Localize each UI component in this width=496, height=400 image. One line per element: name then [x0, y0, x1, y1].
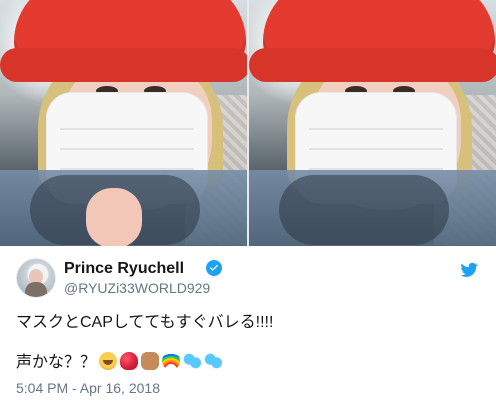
mask-fold-line	[309, 148, 443, 150]
avatar-body	[25, 282, 47, 297]
raised-hands-emoji-icon	[141, 352, 160, 370]
tweet-text: マスクとCAPしててもすぐバレる!!!! 声かな？？	[16, 312, 480, 374]
laughing-tears-emoji-icon	[99, 352, 118, 370]
embedded-tweet: Prince Ryuchell @RYUZi33WORLD929 マスクとCAP…	[0, 0, 496, 400]
hand	[86, 188, 142, 246]
jacket-collar	[279, 175, 449, 245]
author-name[interactable]: Prince Ryuchell	[64, 260, 184, 278]
tweet-photo-1[interactable]	[0, 0, 247, 246]
sweat-droplets-emoji-icon	[183, 352, 202, 370]
mask-fold-line	[60, 128, 194, 130]
mask-fold-line	[309, 128, 443, 130]
tweet-text-line-1: マスクとCAPしててもすぐバレる!!!!	[16, 314, 274, 331]
tweet-header: Prince Ryuchell @RYUZi33WORLD929	[16, 258, 480, 302]
tweet-text-line-2-text: 声かな？？	[16, 354, 97, 371]
cap-brim	[249, 48, 496, 82]
mask-fold-line	[60, 148, 194, 150]
rainbow-emoji-icon	[162, 352, 181, 370]
author-handle[interactable]: @RYUZi33WORLD929	[64, 280, 210, 296]
tweet-media[interactable]	[0, 0, 496, 246]
tweet-photo-2[interactable]	[249, 0, 496, 246]
red-heart-emoji-icon	[120, 352, 139, 370]
cap-brim	[0, 48, 247, 82]
twitter-bird-icon[interactable]	[458, 261, 480, 279]
avatar[interactable]	[16, 258, 56, 298]
sweat-droplets-emoji-icon	[204, 352, 223, 370]
verified-icon	[206, 260, 222, 276]
tweet-timestamp[interactable]: 5:04 PM - Apr 16, 2018	[16, 380, 160, 396]
checkmark-icon	[210, 264, 218, 271]
tweet-text-line-2: 声かな？？	[16, 352, 480, 374]
